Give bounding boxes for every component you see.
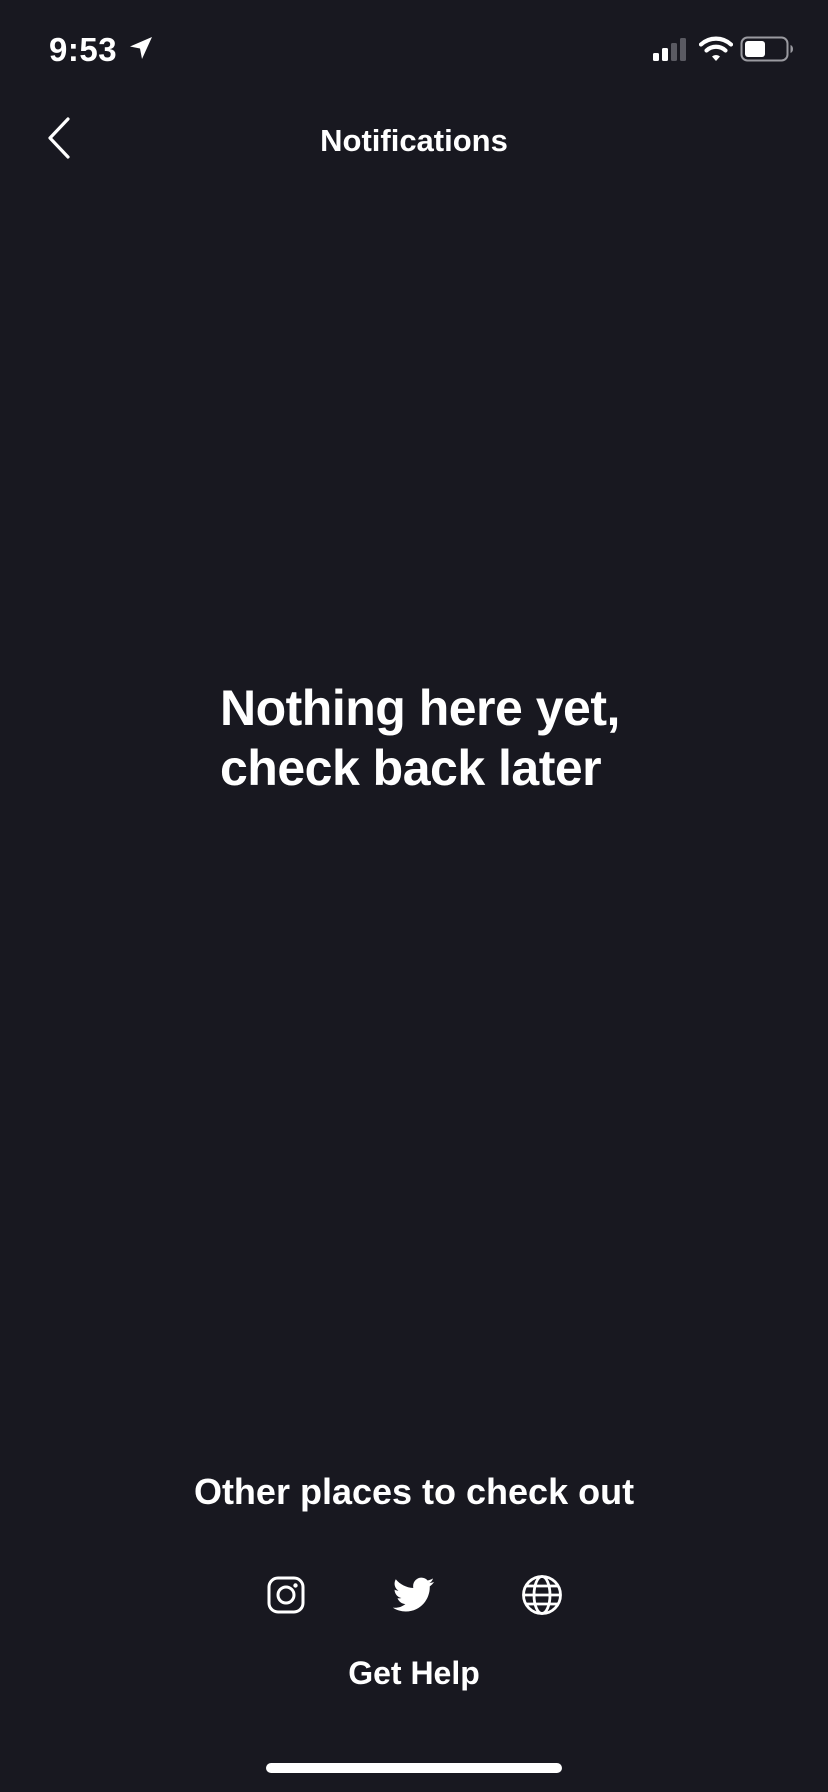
twitter-icon [392,1577,435,1618]
cellular-signal-icon [651,37,691,63]
home-indicator[interactable] [266,1763,562,1773]
location-arrow-icon [127,34,155,62]
status-time: 9:53 [49,31,118,68]
wifi-icon [698,35,734,63]
empty-state-line-1: Nothing here yet, [220,680,620,736]
empty-state-line-2: check back later [220,740,602,796]
social-links [0,1574,828,1620]
website-button[interactable] [519,1574,565,1620]
instagram-icon [267,1576,305,1619]
nav-bar: Notifications [0,100,828,182]
battery-icon [740,36,794,62]
page-title: Notifications [320,123,508,158]
instagram-button[interactable] [263,1574,309,1620]
twitter-button[interactable] [391,1574,437,1620]
get-help-link[interactable]: Get Help [0,1650,828,1696]
other-places-heading: Other places to check out [193,1471,635,1512]
status-bar: 9:53 [0,0,828,100]
globe-icon [521,1574,563,1621]
back-button[interactable] [36,115,82,165]
empty-state-message: Nothing here yet, check back later [220,678,670,798]
chevron-left-icon [46,116,72,164]
